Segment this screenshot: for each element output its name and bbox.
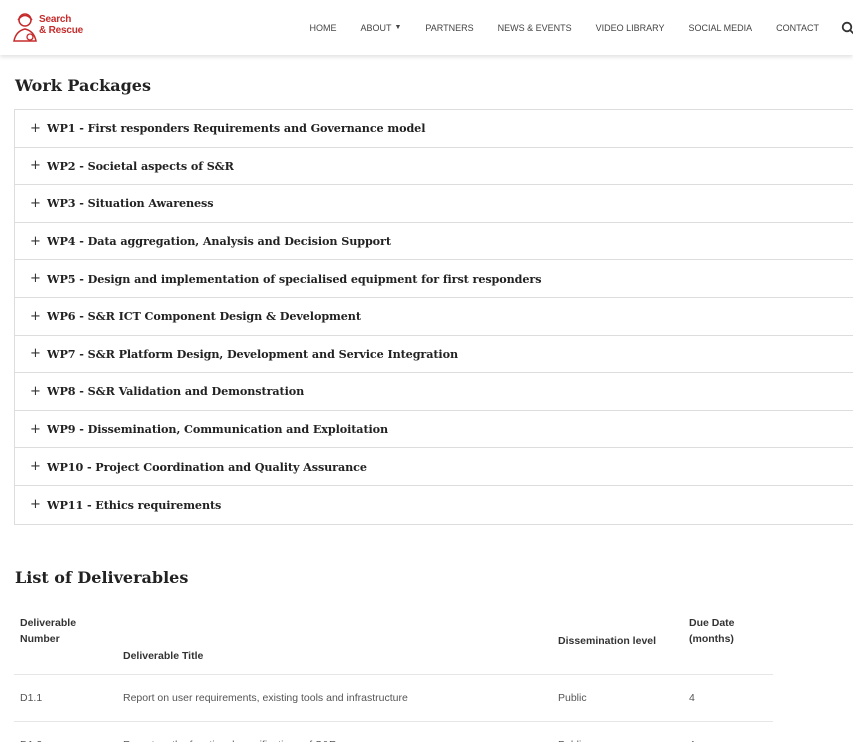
accordion-label: WP1 - First responders Requirements and … [47, 121, 426, 136]
accordion-item-wp5[interactable]: + WP5 - Design and implementation of spec… [15, 260, 853, 298]
plus-icon: + [30, 383, 41, 399]
accordion-label: WP11 - Ethics requirements [47, 497, 222, 512]
nav-partners[interactable]: PARTNERS [425, 23, 473, 33]
cell-number: D1.2 [14, 721, 117, 742]
accordion-label: WP7 - S&R Platform Design, Development a… [47, 346, 458, 361]
cell-dissemination: Public [552, 721, 683, 742]
nav-about-label: ABOUT [360, 22, 392, 33]
accordion-item-wp3[interactable]: + WP3 - Situation Awareness [15, 185, 853, 223]
accordion-item-wp10[interactable]: + WP10 - Project Coordination and Quality… [15, 448, 853, 486]
work-packages-title: Work Packages [15, 76, 151, 95]
plus-icon: + [30, 195, 41, 211]
deliverables-table: Deliverable Number Deliverable Title Dis… [14, 605, 773, 742]
accordion-item-wp4[interactable]: + WP4 - Data aggregation, Analysis and De… [15, 223, 853, 261]
caret-down-icon: ▼ [394, 24, 402, 31]
cell-title: Report on the functional specifications … [117, 721, 552, 742]
cell-title: Report on user requirements, existing to… [117, 674, 552, 722]
logo-line2: & Rescue [39, 25, 83, 36]
plus-icon: + [30, 308, 41, 324]
accordion-item-wp7[interactable]: + WP7 - S&R Platform Design, Development … [15, 336, 853, 374]
nav-contact-label: CONTACT [776, 22, 819, 33]
nav-video-library[interactable]: VIDEO LIBRARY [596, 23, 665, 33]
plus-icon: + [30, 421, 41, 437]
accordion-label: WP6 - S&R ICT Component Design & Develop… [47, 309, 361, 324]
accordion-label: WP2 - Societal aspects of S&R [47, 158, 234, 173]
accordion-item-wp11[interactable]: + WP11 - Ethics requirements [15, 486, 853, 524]
rescuer-logo-icon [13, 13, 37, 42]
cell-due: 4 [683, 721, 773, 742]
table-row: D1.2 Report on the functional specificat… [14, 721, 773, 742]
plus-icon: + [30, 233, 41, 249]
cell-dissemination: Public [552, 674, 683, 722]
table-header-row: Deliverable Number Deliverable Title Dis… [14, 605, 773, 675]
column-header-due: Due Date (months) [683, 605, 773, 675]
plus-icon: + [30, 120, 41, 136]
accordion-item-wp1[interactable]: + WP1 - First responders Requirements and… [15, 110, 853, 148]
nav-news-label: NEWS & EVENTS [497, 22, 572, 33]
column-header-title: Deliverable Title [117, 605, 552, 675]
accordion-label: WP5 - Design and implementation of speci… [47, 271, 542, 286]
logo-line1: Search [39, 14, 72, 25]
plus-icon: + [30, 271, 41, 287]
plus-icon: + [30, 459, 41, 475]
accordion-label: WP9 - Dissemination, Communication and E… [47, 422, 389, 437]
accordion-item-wp2[interactable]: + WP2 - Societal aspects of S&R [15, 148, 853, 186]
nav-home-label: HOME [309, 22, 337, 33]
logo-text: Search & Rescue [39, 14, 83, 36]
accordion-label: WP10 - Project Coordination and Quality … [47, 459, 367, 474]
nav-video-label: VIDEO LIBRARY [595, 22, 665, 33]
search-icon[interactable] [841, 21, 853, 35]
accordion-item-wp6[interactable]: + WP6 - S&R ICT Component Design & Develo… [15, 298, 853, 336]
column-header-number: Deliverable Number [14, 605, 117, 675]
main-nav: HOME ABOUT ▼ PARTNERS NEWS & EVENTS VIDEO… [285, 0, 853, 55]
site-header: Search & Rescue HOME ABOUT ▼ PARTNERS NEW… [0, 0, 853, 55]
nav-about[interactable]: ABOUT ▼ [360, 23, 401, 33]
deliverables-title: List of Deliverables [15, 568, 189, 587]
accordion-label: WP8 - S&R Validation and Demonstration [47, 384, 305, 399]
accordion-item-wp8[interactable]: + WP8 - S&R Validation and Demonstration [15, 373, 853, 411]
nav-social-media[interactable]: SOCIAL MEDIA [688, 23, 752, 33]
nav-contact[interactable]: CONTACT [776, 23, 819, 33]
plus-icon: + [30, 497, 41, 513]
accordion-item-wp9[interactable]: + WP9 - Dissemination, Communication and … [15, 411, 853, 449]
cell-number: D1.1 [14, 674, 117, 722]
plus-icon: + [30, 346, 41, 362]
nav-news-events[interactable]: NEWS & EVENTS [498, 23, 572, 33]
nav-home[interactable]: HOME [309, 23, 336, 33]
work-packages-accordion: + WP1 - First responders Requirements and… [14, 109, 853, 525]
nav-partners-label: PARTNERS [425, 22, 474, 33]
cell-due: 4 [683, 674, 773, 722]
accordion-label: WP4 - Data aggregation, Analysis and Dec… [47, 234, 391, 249]
column-header-dissemination: Dissemination level [552, 605, 683, 675]
table-row: D1.1 Report on user requirements, existi… [14, 674, 773, 722]
nav-social-label: SOCIAL MEDIA [688, 22, 753, 33]
accordion-label: WP3 - Situation Awareness [47, 196, 214, 211]
site-logo[interactable]: Search & Rescue [12, 9, 102, 45]
plus-icon: + [30, 158, 41, 174]
